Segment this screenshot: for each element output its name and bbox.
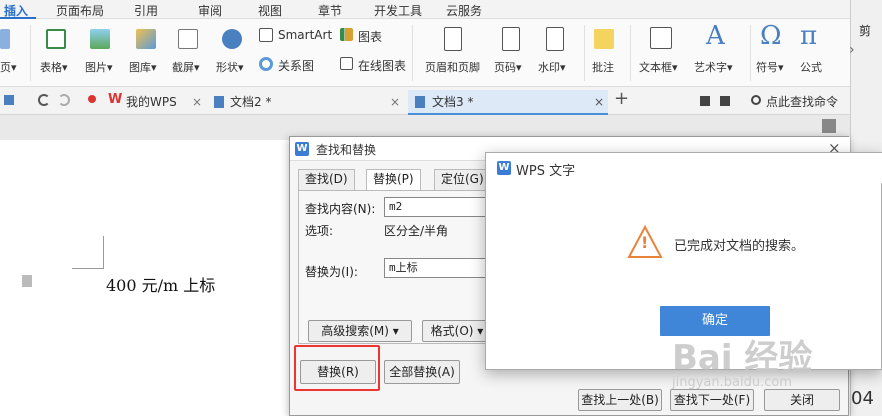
watermark-logo: Bai 经验 jingyan.baidu.com bbox=[672, 330, 842, 400]
options-value: 区分全/半角 bbox=[384, 224, 449, 238]
gallery-icon bbox=[136, 29, 156, 49]
table-button[interactable]: 表格▾ bbox=[40, 59, 68, 75]
comment-button[interactable]: 批注 bbox=[592, 59, 614, 75]
side-page-label: 04 bbox=[851, 388, 874, 409]
paragraph-handle-icon[interactable] bbox=[22, 275, 32, 287]
formula-icon: π bbox=[800, 21, 818, 51]
page-number-icon bbox=[502, 27, 520, 51]
tab-find[interactable]: 查找(D) bbox=[298, 169, 355, 190]
tab-review[interactable]: 审阅 bbox=[198, 2, 222, 19]
tab-close-icon[interactable]: × bbox=[390, 91, 400, 113]
tab-cloud[interactable]: 云服务 bbox=[446, 2, 482, 19]
tab-replace[interactable]: 替换(P) bbox=[366, 169, 421, 191]
page-button[interactable]: 页▾ bbox=[0, 59, 17, 75]
wordart-icon: A bbox=[706, 21, 725, 51]
tab-view[interactable]: 视图 bbox=[258, 2, 282, 19]
tab-goto[interactable]: 定位(G) bbox=[434, 169, 491, 190]
tab-developer[interactable]: 开发工具 bbox=[374, 2, 422, 19]
message-title: WPS 文字 bbox=[516, 164, 576, 179]
redo-icon[interactable] bbox=[58, 94, 70, 106]
page-number-button[interactable]: 页码▾ bbox=[494, 59, 522, 75]
wps-logo-icon: W bbox=[108, 92, 123, 107]
new-tab-plus-icon[interactable]: + bbox=[614, 88, 629, 110]
tab-page-layout[interactable]: 页面布局 bbox=[56, 2, 104, 19]
view-toggle-icon[interactable] bbox=[822, 119, 836, 133]
smartart-button[interactable]: SmartArt bbox=[278, 28, 332, 42]
symbol-button[interactable]: 符号▾ bbox=[756, 59, 784, 75]
undo-icon[interactable] bbox=[38, 94, 50, 106]
watermark-line-1: Bai 经验 bbox=[672, 338, 813, 378]
screenshot-icon bbox=[178, 29, 198, 49]
tab-document-2[interactable]: 文档2 * bbox=[230, 91, 271, 113]
dialog-title: 查找和替换 bbox=[316, 143, 377, 157]
comment-icon bbox=[594, 29, 614, 49]
relation-icon bbox=[259, 57, 273, 71]
wps-logo-icon: W bbox=[497, 161, 511, 175]
expand-arrow-icon[interactable]: › bbox=[849, 42, 855, 58]
replace-label: 替换为(I): bbox=[305, 265, 358, 279]
replace-all-button[interactable]: 全部替换(A) bbox=[384, 360, 460, 384]
shape-button[interactable]: 形状▾ bbox=[216, 59, 244, 75]
online-chart-button[interactable]: 在线图表 bbox=[358, 57, 406, 74]
backup-icon[interactable] bbox=[700, 96, 710, 106]
wps-logo-icon: W bbox=[295, 142, 309, 156]
document-icon bbox=[214, 96, 224, 108]
picture-button[interactable]: 图片▾ bbox=[85, 59, 113, 75]
smartart-icon bbox=[259, 28, 273, 42]
highlight-annotation bbox=[294, 345, 380, 391]
formula-button[interactable]: 公式 bbox=[800, 59, 822, 75]
page-icon bbox=[0, 29, 10, 49]
picture-icon bbox=[90, 29, 110, 49]
textbox-button[interactable]: 文本框▾ bbox=[639, 59, 678, 75]
watermark-icon bbox=[546, 27, 564, 51]
tab-close-icon[interactable]: × bbox=[192, 91, 202, 113]
shape-icon bbox=[222, 29, 242, 49]
header-footer-icon bbox=[444, 27, 462, 51]
side-clip-label: 剪 bbox=[859, 24, 872, 38]
ribbon-toolbar: 页▾ 表格▾ 图片▾ 图库▾ 截屏▾ 形状▾ SmartArt 图表 关系图 在… bbox=[0, 19, 850, 87]
command-search[interactable]: 点此查找命令 bbox=[766, 91, 838, 113]
tab-document-3[interactable]: 文档3 * bbox=[432, 91, 473, 113]
pin-icon[interactable] bbox=[88, 95, 96, 103]
symbol-icon: Ω bbox=[760, 21, 782, 51]
tab-my-wps[interactable]: 我的WPS bbox=[126, 91, 177, 113]
online-chart-icon bbox=[340, 57, 353, 70]
header-footer-button[interactable]: 页眉和页脚 bbox=[425, 59, 480, 75]
tab-close-icon[interactable]: × bbox=[594, 91, 604, 113]
advanced-search-button[interactable]: 高级搜索(M) ▾ bbox=[308, 320, 412, 342]
collapse-icon[interactable] bbox=[720, 96, 730, 106]
message-titlebar[interactable]: W WPS 文字 bbox=[486, 153, 882, 183]
find-label: 查找内容(N): bbox=[305, 202, 376, 216]
relation-button[interactable]: 关系图 bbox=[278, 57, 314, 74]
chart-icon bbox=[340, 28, 353, 41]
options-label: 选项: bbox=[305, 224, 334, 238]
ribbon-tab-bar: 插入 页面布局 引用 审阅 视图 章节 开发工具 云服务 bbox=[0, 0, 850, 19]
find-previous-button[interactable]: 查找上一处(B) bbox=[578, 389, 662, 411]
watermark-button[interactable]: 水印▾ bbox=[538, 59, 566, 75]
tab-chapter[interactable]: 章节 bbox=[318, 2, 342, 19]
document-tab-bar: W 我的WPS × 文档2 * × 文档3 * × + 点此查找命令 bbox=[0, 87, 850, 115]
wordart-button[interactable]: 艺术字▾ bbox=[694, 59, 733, 75]
watermark-line-2: jingyan.baidu.com bbox=[672, 375, 792, 390]
search-icon bbox=[751, 95, 761, 105]
print-icon[interactable] bbox=[4, 95, 14, 105]
document-icon bbox=[415, 96, 425, 108]
tab-references[interactable]: 引用 bbox=[134, 2, 158, 19]
table-icon bbox=[46, 29, 66, 49]
margin-marker bbox=[72, 268, 104, 269]
format-button[interactable]: 格式(O) ▾ bbox=[422, 320, 492, 342]
gallery-button[interactable]: 图库▾ bbox=[129, 59, 157, 75]
margin-marker bbox=[103, 236, 104, 268]
message-text: 已完成对文档的搜索。 bbox=[674, 239, 805, 254]
screenshot-button[interactable]: 截屏▾ bbox=[172, 59, 200, 75]
document-text[interactable]: 400 元/m 上标 bbox=[106, 272, 215, 296]
textbox-icon bbox=[650, 27, 672, 49]
warning-mark: ! bbox=[641, 233, 649, 252]
chart-button[interactable]: 图表 bbox=[358, 28, 382, 45]
